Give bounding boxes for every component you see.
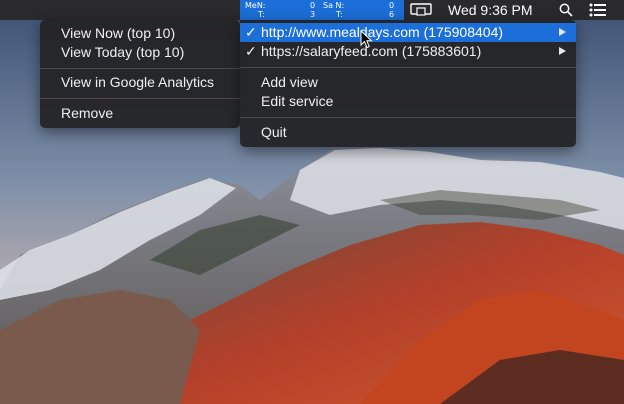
checkmark-icon: ✓ [245,43,257,59]
submenu-arrow-icon [559,47,566,55]
menu-bar: MeN: 0 T: 3 Sa N: 0 T: 6 Wed 9:36 PM [0,0,624,20]
t2-label: T: [336,10,343,19]
add-view-label: Add view [261,74,318,90]
quit-label: Quit [261,124,287,140]
t1-label: T: [258,10,265,19]
view-today-label: View Today (top 10) [61,44,185,60]
m1-label: MeN: [245,1,266,10]
t1-value: 3 [310,10,316,19]
menu-separator [240,117,576,118]
view-in-analytics-label: View in Google Analytics [61,74,215,90]
remove-item[interactable]: Remove [40,104,240,123]
quit-item[interactable]: Quit [240,123,576,142]
edit-service-item[interactable]: Edit service [240,92,576,111]
view-now-item[interactable]: View Now (top 10) [40,24,240,43]
t2-value: 6 [389,10,395,19]
site-item-mealdays[interactable]: ✓ http://www.mealdays.com (175908404) [240,23,576,42]
mouse-cursor-icon [360,30,373,49]
menu-clock[interactable]: Wed 9:36 PM [448,0,533,20]
site-submenu: View Now (top 10) View Today (top 10) Vi… [40,20,240,128]
notification-center-icon[interactable] [587,0,609,20]
submenu-arrow-icon [559,28,566,36]
m2-value: 0 [389,1,395,10]
menu-separator [240,67,576,68]
m2-label: Sa N: [323,1,345,10]
menu-separator [40,98,240,99]
view-now-label: View Now (top 10) [61,25,176,41]
analytics-dropdown-menu: ✓ http://www.mealdays.com (175908404) ✓ … [240,20,576,147]
m1-value: 0 [310,1,316,10]
analytics-status-item[interactable]: MeN: 0 T: 3 Sa N: 0 T: 6 [240,0,404,20]
view-in-analytics-item[interactable]: View in Google Analytics [40,73,240,92]
display-mirror-icon[interactable] [408,0,434,20]
menu-separator [40,68,240,69]
site-label: http://www.mealdays.com (175908404) [261,24,504,40]
view-today-item[interactable]: View Today (top 10) [40,43,240,62]
edit-service-label: Edit service [261,93,334,109]
remove-label: Remove [61,105,114,121]
site-item-salaryfeed[interactable]: ✓ https://salaryfeed.com (175883601) [240,42,576,61]
spotlight-search-icon[interactable] [557,0,575,20]
checkmark-icon: ✓ [245,24,257,40]
add-view-item[interactable]: Add view [240,73,576,92]
